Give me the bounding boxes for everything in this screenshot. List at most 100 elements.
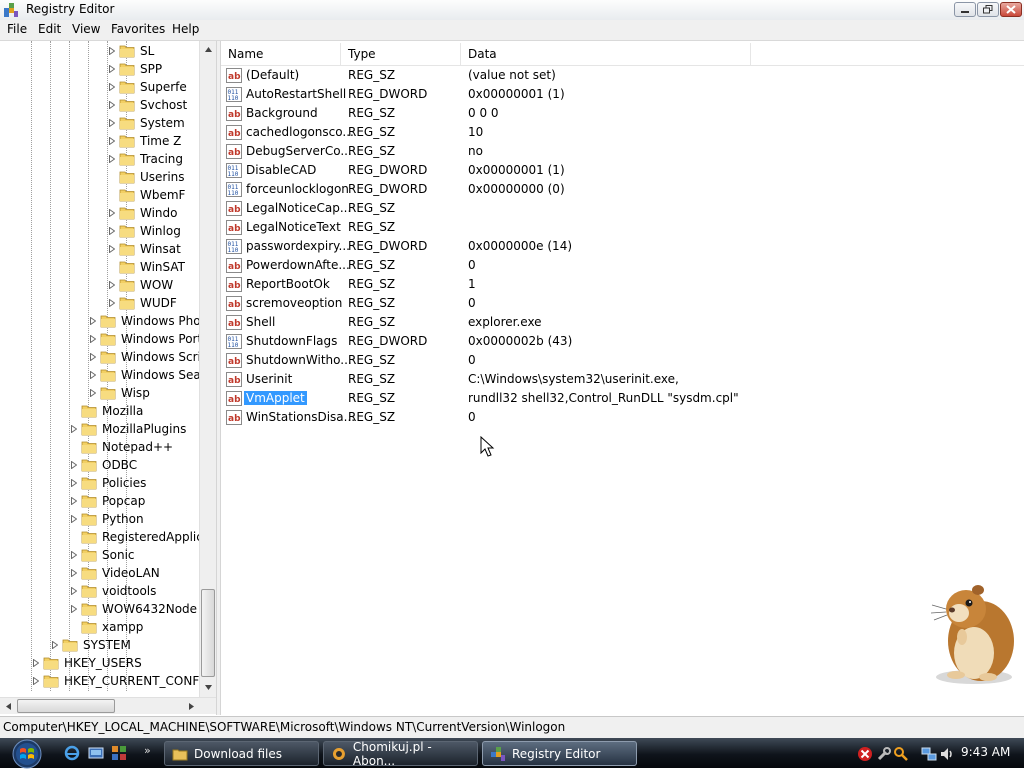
- tree-node[interactable]: Winsat: [107, 240, 181, 258]
- tree-node[interactable]: xampp: [69, 618, 143, 636]
- expand-arrow[interactable]: [69, 461, 78, 470]
- tree-node[interactable]: voidtools: [69, 582, 156, 600]
- value-row[interactable]: ab VmApplet REG_SZ rundll32 shell32,Control…: [221, 389, 1024, 408]
- expand-arrow[interactable]: [107, 137, 116, 146]
- column-header-data[interactable]: Data: [461, 43, 751, 65]
- expand-arrow[interactable]: [69, 551, 78, 560]
- expand-arrow[interactable]: [107, 101, 116, 110]
- network-icon[interactable]: [921, 746, 937, 762]
- tree-node[interactable]: VideoLAN: [69, 564, 160, 582]
- value-row[interactable]: ab PowerdownAfte... REG_SZ 0: [221, 256, 1024, 275]
- column-header-name[interactable]: Name: [221, 43, 341, 65]
- value-list[interactable]: Name Type Data ab (Default) REG_SZ (value n…: [221, 41, 1024, 715]
- value-row[interactable]: ab Userinit REG_SZ C:\Windows\system32\user…: [221, 370, 1024, 389]
- clock[interactable]: 9:43 AM: [961, 745, 1010, 759]
- value-row[interactable]: ab ShutdownWitho... REG_SZ 0: [221, 351, 1024, 370]
- value-row[interactable]: ab WinStationsDisa... REG_SZ 0: [221, 408, 1024, 427]
- expand-arrow[interactable]: [107, 47, 116, 56]
- tree-node[interactable]: Popcap: [69, 492, 145, 510]
- security-alert-icon[interactable]: [857, 746, 873, 762]
- expand-arrow[interactable]: [69, 497, 78, 506]
- tree-node[interactable]: ODBC: [69, 456, 137, 474]
- value-row[interactable]: ab Shell REG_SZ explorer.exe: [221, 313, 1024, 332]
- volume-icon[interactable]: [939, 746, 955, 762]
- expand-arrow[interactable]: [69, 569, 78, 578]
- menu-view[interactable]: View: [72, 22, 100, 36]
- value-row[interactable]: 011 110 DisableCAD REG_DWORD 0x00000001 (1): [221, 161, 1024, 180]
- tree-node[interactable]: Sonic: [69, 546, 135, 564]
- tree-node[interactable]: Python: [69, 510, 144, 528]
- tree-node[interactable]: Windo: [107, 204, 178, 222]
- expand-arrow[interactable]: [107, 155, 116, 164]
- scroll-left-arrow[interactable]: [0, 698, 16, 714]
- expand-arrow[interactable]: [88, 371, 97, 380]
- tree-node[interactable]: Notepad++: [69, 438, 173, 456]
- expand-arrow[interactable]: [69, 425, 78, 434]
- expand-arrow[interactable]: [107, 299, 116, 308]
- tree-node[interactable]: WUDF: [107, 294, 177, 312]
- menu-favorites[interactable]: Favorites: [111, 22, 165, 36]
- expand-arrow[interactable]: [88, 353, 97, 362]
- scroll-right-arrow[interactable]: [183, 698, 199, 714]
- value-row[interactable]: ab DebugServerCo... REG_SZ no: [221, 142, 1024, 161]
- tree-node[interactable]: HKEY_CURRENT_CONFIG: [31, 672, 199, 690]
- tree-node[interactable]: Windows Scrip: [88, 348, 199, 366]
- tree-node[interactable]: Tracing: [107, 150, 183, 168]
- value-row[interactable]: ab cachedlogonsco... REG_SZ 10: [221, 123, 1024, 142]
- switch-windows-icon[interactable]: [111, 745, 127, 761]
- value-row[interactable]: ab LegalNoticeCap... REG_SZ: [221, 199, 1024, 218]
- tree-horizontal-scrollbar[interactable]: [0, 697, 216, 714]
- tree-node[interactable]: Policies: [69, 474, 146, 492]
- value-row[interactable]: 011 110 ShutdownFlags REG_DWORD 0x0000002b (…: [221, 332, 1024, 351]
- menu-help[interactable]: Help: [172, 22, 199, 36]
- tree-node[interactable]: Windows Phot: [88, 312, 199, 330]
- expand-arrow[interactable]: [31, 659, 40, 668]
- expand-arrow[interactable]: [69, 515, 78, 524]
- expand-arrow[interactable]: [88, 317, 97, 326]
- show-desktop-icon[interactable]: [88, 745, 104, 761]
- taskbar-button-download-files[interactable]: Download files: [164, 741, 319, 766]
- expand-arrow[interactable]: [50, 641, 59, 650]
- taskbar-button-registry-editor[interactable]: Registry Editor: [482, 741, 637, 766]
- key-tree[interactable]: SL SPP Superfe Svchost System Time Z Tracing Us…: [0, 41, 217, 697]
- value-row[interactable]: ab LegalNoticeText REG_SZ: [221, 218, 1024, 237]
- expand-arrow[interactable]: [69, 605, 78, 614]
- tree-node[interactable]: Time Z: [107, 132, 181, 150]
- expand-arrow[interactable]: [107, 245, 116, 254]
- tree-node[interactable]: Svchost: [107, 96, 187, 114]
- tree-node[interactable]: Mozilla: [69, 402, 143, 420]
- minimize-button[interactable]: [954, 2, 976, 17]
- menu-edit[interactable]: Edit: [38, 22, 61, 36]
- tree-node[interactable]: Superfe: [107, 78, 187, 96]
- expand-arrow[interactable]: [88, 335, 97, 344]
- expand-arrow[interactable]: [107, 83, 116, 92]
- tree-node[interactable]: Windows Sear: [88, 366, 199, 384]
- tree-node[interactable]: SYSTEM: [50, 636, 131, 654]
- tree-node[interactable]: WOW6432Node: [69, 600, 197, 618]
- tree-node[interactable]: HKEY_USERS: [31, 654, 142, 672]
- tree-node[interactable]: Windows Porta: [88, 330, 199, 348]
- expand-arrow[interactable]: [31, 677, 40, 686]
- expand-arrow[interactable]: [107, 281, 116, 290]
- ie-quicklaunch-icon[interactable]: [64, 745, 80, 761]
- tree-node[interactable]: System: [107, 114, 185, 132]
- expand-arrow[interactable]: [107, 209, 116, 218]
- close-button[interactable]: [1000, 2, 1022, 17]
- tree-node[interactable]: WbemF: [107, 186, 185, 204]
- value-row[interactable]: 011 110 AutoRestartShell REG_DWORD 0x0000000…: [221, 85, 1024, 104]
- tree-node[interactable]: WinSAT: [107, 258, 185, 276]
- value-row[interactable]: 011 110 forceunlocklogon REG_DWORD 0x0000000…: [221, 180, 1024, 199]
- expand-arrow[interactable]: [69, 587, 78, 596]
- column-header-type[interactable]: Type: [341, 43, 461, 65]
- tree-node[interactable]: RegisteredApplica: [69, 528, 199, 546]
- tree-node[interactable]: Winlog: [107, 222, 181, 240]
- expand-arrow[interactable]: [69, 479, 78, 488]
- tree-node[interactable]: Userins: [107, 168, 185, 186]
- expand-arrow[interactable]: [107, 119, 116, 128]
- tools-icon[interactable]: [876, 746, 892, 762]
- search-icon[interactable]: [893, 746, 909, 762]
- expand-arrow[interactable]: [107, 65, 116, 74]
- scroll-up-arrow[interactable]: [200, 41, 216, 57]
- value-row[interactable]: ab (Default) REG_SZ (value not set): [221, 66, 1024, 85]
- value-row[interactable]: ab scremoveoption REG_SZ 0: [221, 294, 1024, 313]
